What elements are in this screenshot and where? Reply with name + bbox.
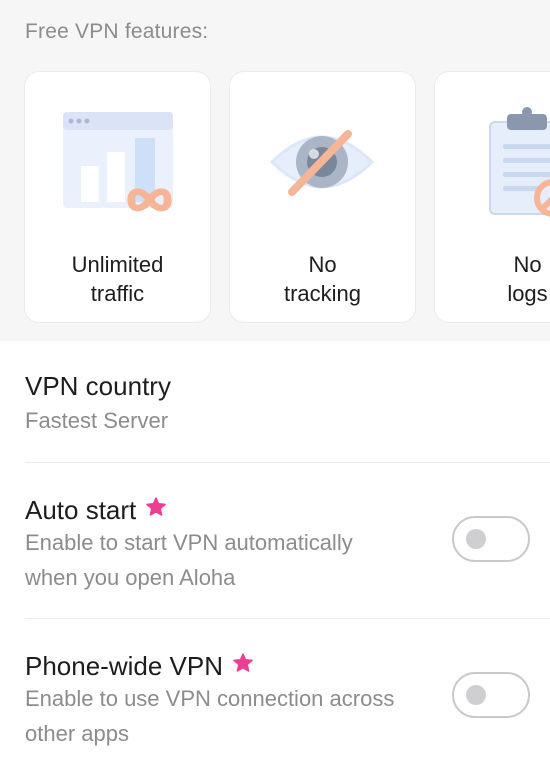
auto-start-row[interactable]: Auto start Enable to start VPN automatic… bbox=[0, 463, 550, 618]
no-tracking-icon bbox=[230, 102, 415, 232]
toggle-knob bbox=[466, 685, 486, 705]
auto-start-title: Auto start bbox=[25, 493, 167, 526]
no-logs-icon bbox=[435, 102, 550, 232]
feature-card-label: No tracking bbox=[283, 252, 362, 306]
phone-wide-vpn-description: Enable to use VPN connection across othe… bbox=[25, 686, 395, 746]
vpn-country-value: Fastest Server bbox=[25, 408, 169, 433]
feature-card-unlimited-traffic[interactable]: Unlimited traffic bbox=[25, 72, 210, 322]
phone-wide-vpn-toggle[interactable] bbox=[452, 672, 530, 718]
feature-card-no-logs[interactable]: No logs bbox=[435, 72, 550, 322]
features-panel: Free VPN features: Unlimited traffic No … bbox=[0, 0, 550, 341]
feature-card-no-tracking[interactable]: No tracking bbox=[230, 72, 415, 322]
features-title: Free VPN features: bbox=[25, 20, 209, 43]
star-icon bbox=[233, 649, 253, 680]
toggle-knob bbox=[466, 529, 486, 549]
vpn-country-row[interactable]: VPN country Fastest Server bbox=[0, 341, 550, 463]
feature-card-label: No logs bbox=[507, 252, 548, 306]
feature-card-label: Unlimited traffic bbox=[71, 252, 164, 306]
unlimited-traffic-icon bbox=[25, 102, 210, 232]
phone-wide-vpn-title: Phone-wide VPN bbox=[25, 649, 253, 682]
auto-start-toggle[interactable] bbox=[452, 516, 530, 562]
star-icon bbox=[146, 493, 167, 524]
vpn-country-title: VPN country bbox=[25, 371, 171, 401]
auto-start-description: Enable to start VPN automatically when y… bbox=[25, 530, 353, 590]
phone-wide-vpn-row[interactable]: Phone-wide VPN Enable to use VPN connect… bbox=[0, 619, 550, 774]
